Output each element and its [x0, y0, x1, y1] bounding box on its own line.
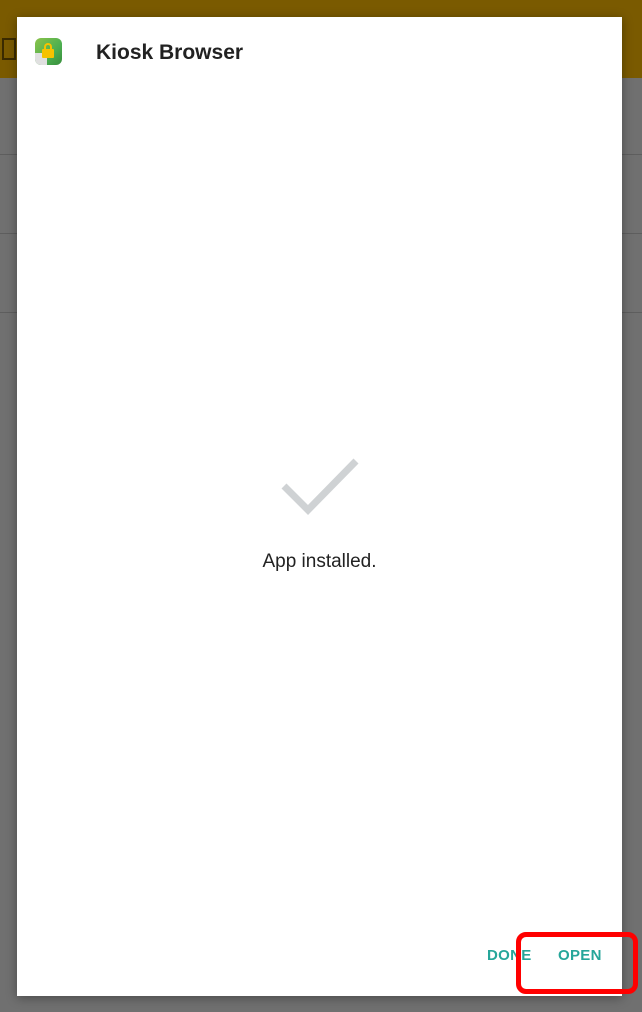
install-status-text: App installed. — [262, 551, 377, 572]
kiosk-browser-lock-icon — [35, 38, 62, 65]
edit-icon — [2, 38, 16, 60]
app-title: Kiosk Browser — [96, 41, 244, 64]
done-button[interactable]: DONE — [487, 947, 532, 964]
checkmark-icon — [281, 458, 359, 515]
install-dialog: Kiosk Browser App installed. DONE OPEN — [17, 17, 622, 996]
open-button[interactable]: OPEN — [558, 947, 602, 964]
